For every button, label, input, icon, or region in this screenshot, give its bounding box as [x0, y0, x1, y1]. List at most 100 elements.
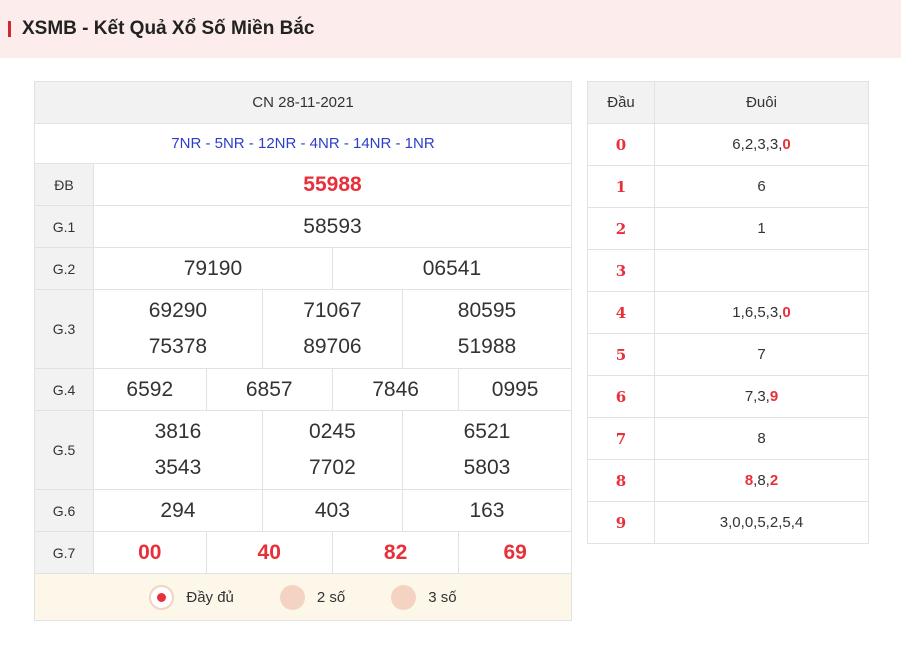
prize-row-g5: G.5 3816 3543 0245 7702 6521 5803	[34, 410, 573, 490]
tail-digit: 6	[744, 304, 754, 321]
loto-tails: 1	[654, 207, 869, 250]
prize-label: G.2	[34, 247, 94, 290]
prize-number: 163	[401, 489, 573, 532]
loto-tails: 8	[654, 417, 869, 460]
radio-icon[interactable]	[279, 584, 305, 610]
prize-label: G.3	[34, 289, 94, 369]
prize-cell: 6521 5803	[401, 410, 573, 490]
results-table: CN 28-11-2021 7NR - 5NR - 12NR - 4NR - 1…	[34, 81, 573, 621]
page-title: XSMB - Kết Quả Xổ Số Miền Bắc	[22, 18, 315, 39]
option-2-digits[interactable]: 2 số	[279, 584, 346, 610]
prize-cell: 80595 51988	[401, 289, 573, 369]
display-options: Đầy đủ 2 số 3 số	[34, 573, 572, 621]
loto-head: 6	[587, 375, 655, 418]
prize-number: 80595	[457, 299, 517, 322]
prize-number: 0995	[458, 368, 572, 411]
tail-digit: 0	[782, 304, 791, 321]
prize-number: 71067	[303, 299, 362, 322]
prize-number: 6592	[93, 368, 207, 411]
tail-digit: 8	[744, 472, 754, 489]
loto-row: 57	[587, 333, 869, 376]
tail-digit: 1	[757, 220, 766, 237]
tail-digit: 5	[782, 514, 791, 531]
loto-tails: 7	[654, 333, 869, 376]
prize-number: 294	[93, 489, 263, 532]
loto-head: 1	[587, 165, 655, 208]
prize-row-g2: G.2 79190 06541	[34, 247, 573, 290]
prize-label: G.6	[34, 489, 94, 532]
loto-row: 9 3,0,0,5,2,5,4	[587, 501, 869, 544]
prize-label: G.5	[34, 410, 94, 490]
prize-number: 75378	[148, 335, 208, 358]
prize-number: 58593	[93, 205, 572, 248]
loto-head: 5	[587, 333, 655, 376]
tail-digit: 4	[794, 514, 804, 531]
prize-label: ĐB	[34, 163, 94, 206]
loto-tails: 7,3,9	[654, 375, 869, 418]
loto-row: 3	[587, 249, 869, 292]
tail-digit: 2	[769, 514, 779, 531]
loto-tails: 6	[654, 165, 869, 208]
prize-number: 69290	[148, 299, 208, 322]
page-header: XSMB - Kết Quả Xổ Số Miền Bắc	[0, 0, 901, 58]
tail-digit: 8	[757, 472, 766, 489]
loto-row: 21	[587, 207, 869, 250]
prize-row-g4: G.4 6592 6857 7846 0995	[34, 368, 572, 411]
tail-column-header: Đuôi	[654, 81, 869, 124]
option-3-digits[interactable]: 3 số	[391, 584, 457, 610]
tail-digit: 2	[744, 136, 754, 153]
prize-number: 69	[458, 531, 572, 574]
prize-cell: 71067 89706	[261, 289, 403, 369]
prize-number: 51988	[457, 335, 517, 358]
loto-head: 9	[587, 501, 655, 544]
prize-number: 6521	[463, 420, 511, 443]
prize-row-g3: G.3 69290 75378 71067 89706 80595 51988	[34, 289, 573, 369]
tail-digit: 9	[769, 388, 779, 405]
loto-head: 4	[587, 291, 655, 334]
tail-digit: 6	[732, 136, 741, 153]
loto-head: 8	[587, 459, 655, 502]
tail-digit: 8	[757, 430, 766, 447]
prize-row-g6: G.6 294 403 163	[34, 489, 573, 532]
prize-number: 3543	[154, 456, 202, 479]
tail-digit: 6	[757, 178, 766, 195]
prize-number: 7846	[331, 368, 460, 411]
prize-number: 0245	[309, 420, 356, 443]
prize-row-g7: G.7 00 40 82 69	[34, 531, 572, 574]
draw-date: CN 28-11-2021	[34, 81, 572, 124]
loto-head: 0	[587, 123, 655, 166]
prize-number: 3816	[154, 420, 202, 443]
loto-tails: 8,8,2	[654, 459, 869, 502]
loto-row: 16	[587, 165, 869, 208]
tail-digit: 3	[757, 388, 766, 405]
loto-tails: 3,0,0,5,2,5,4	[654, 501, 869, 544]
head-column-header: Đầu	[587, 81, 655, 124]
prize-label: G.1	[34, 205, 94, 248]
loto-head: 7	[587, 417, 655, 460]
tail-digit: 3	[769, 304, 779, 321]
tail-digit: 5	[757, 304, 766, 321]
loto-head: 3	[587, 249, 655, 292]
draw-codes: 7NR - 5NR - 12NR - 4NR - 14NR - 1NR	[34, 123, 572, 164]
radio-icon[interactable]	[391, 584, 417, 610]
prize-number: 79190	[93, 247, 333, 290]
tail-digit: 3	[757, 136, 766, 153]
tail-digit: 7	[744, 388, 754, 405]
special-prize-number: 55988	[93, 163, 572, 206]
prize-cell: 0245 7702	[261, 410, 403, 490]
prize-number: 403	[261, 489, 403, 532]
option-label: Đầy đủ	[186, 588, 234, 606]
header-accent-bar	[8, 21, 11, 37]
prize-row-db: ĐB 55988	[34, 163, 572, 206]
option-label: 2 số	[316, 588, 346, 606]
option-full[interactable]: Đầy đủ	[149, 584, 234, 610]
prize-number: 40	[205, 531, 333, 574]
prize-number: 5803	[463, 456, 511, 479]
tail-digit: 3	[719, 514, 729, 531]
loto-row: 0 6,2,3,3,0	[587, 123, 869, 166]
radio-selected-icon[interactable]	[149, 584, 175, 610]
prize-number: 7702	[309, 456, 356, 479]
tail-digit: 3	[769, 136, 779, 153]
prize-cell: 69290 75378	[93, 289, 263, 369]
prize-number: 82	[331, 531, 460, 574]
